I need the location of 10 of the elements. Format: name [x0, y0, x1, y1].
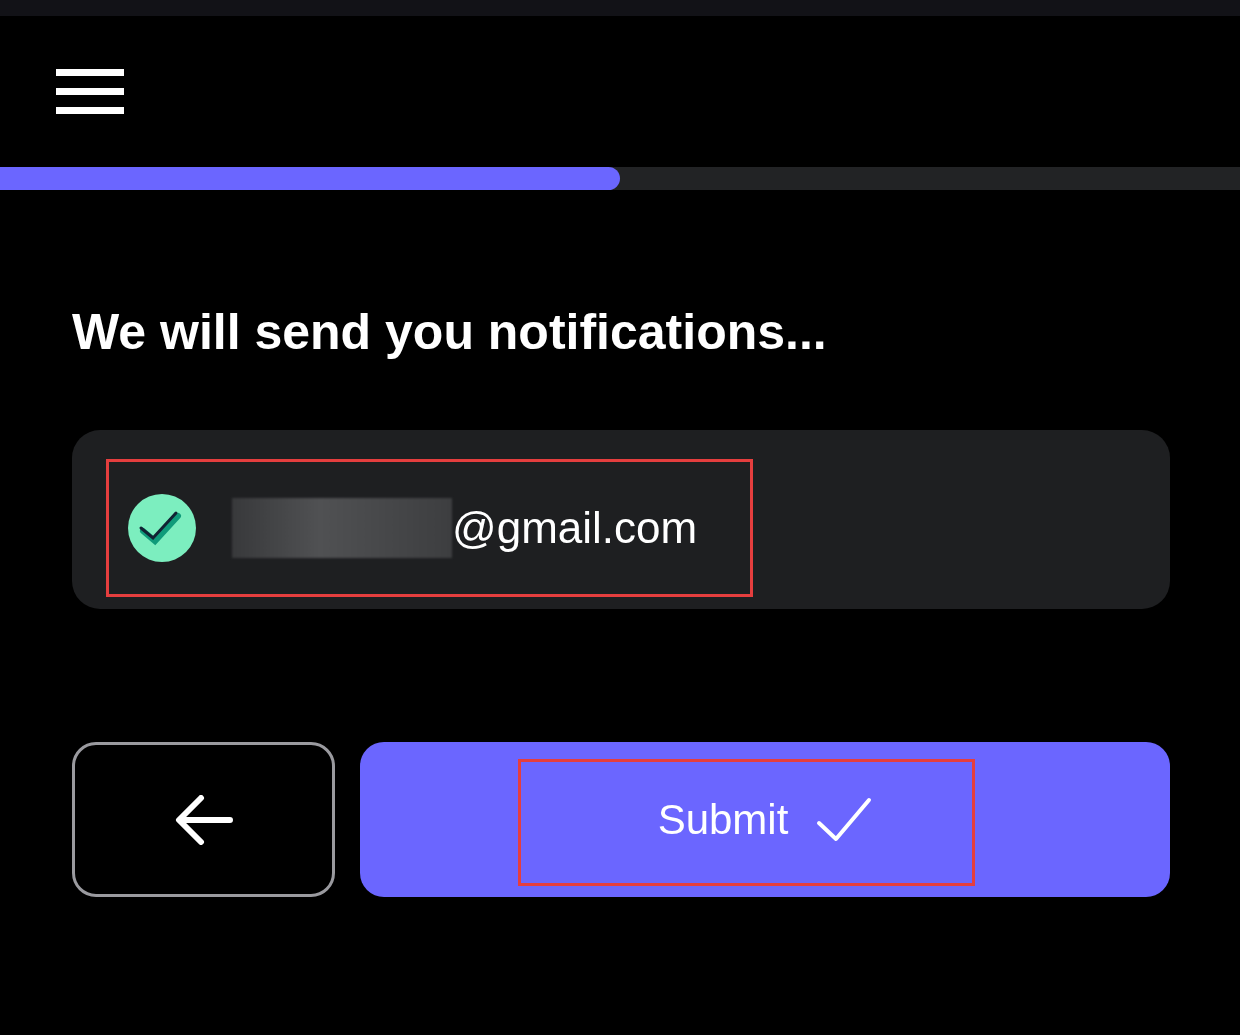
menu-button[interactable] [56, 68, 124, 115]
email-address: @gmail.com [452, 503, 698, 553]
menu-icon [56, 68, 124, 115]
arrow-left-icon [174, 794, 233, 845]
submit-button[interactable]: Submit [360, 742, 1170, 897]
email-option[interactable]: @gmail.com [106, 459, 753, 597]
check-icon [128, 494, 196, 562]
checkmark-icon [816, 796, 873, 843]
heading: We will send you notifications... [72, 303, 828, 362]
back-button[interactable] [72, 742, 335, 897]
